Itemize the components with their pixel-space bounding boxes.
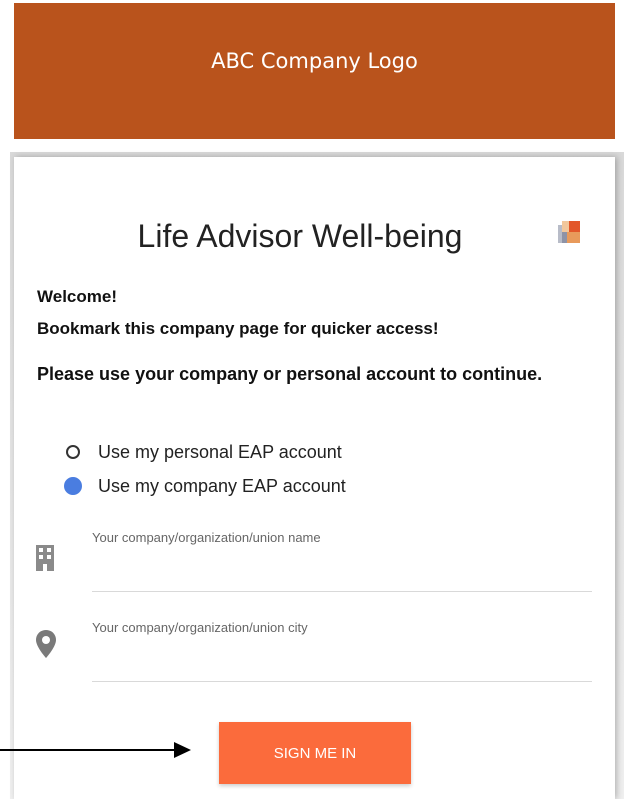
location-pin-icon [36,630,56,658]
company-city-input[interactable] [92,651,592,682]
account-instructions: Please use your company or personal acco… [37,364,543,384]
company-account-option[interactable]: Use my company EAP account [64,474,346,498]
life-advisor-logo-icon [558,221,580,243]
bookmark-hint: Bookmark this company page for quicker a… [37,319,439,338]
app-title: Life Advisor Well-being [137,218,463,254]
personal-account-radio[interactable] [66,445,80,459]
company-logo-banner: ABC Company Logo [14,3,615,139]
company-name-input[interactable] [92,561,592,592]
company-account-radio[interactable] [64,477,82,495]
building-icon [36,545,54,571]
page: ABC Company Logo Life Advisor Well-being… [0,0,628,799]
sign-in-button[interactable]: SIGN ME IN [219,722,411,784]
arrow-right-icon [0,742,191,758]
company-logo-placeholder: ABC Company Logo [211,49,418,73]
login-card: Life Advisor Well-being Welcome! Bookmar… [14,157,615,799]
personal-account-label[interactable]: Use my personal EAP account [98,442,342,463]
personal-account-option[interactable]: Use my personal EAP account [66,440,342,464]
company-name-label: Your company/organization/union name [92,530,321,545]
company-city-label: Your company/organization/union city [92,620,308,635]
welcome-text: Welcome! [37,287,117,306]
company-account-label[interactable]: Use my company EAP account [98,476,346,497]
